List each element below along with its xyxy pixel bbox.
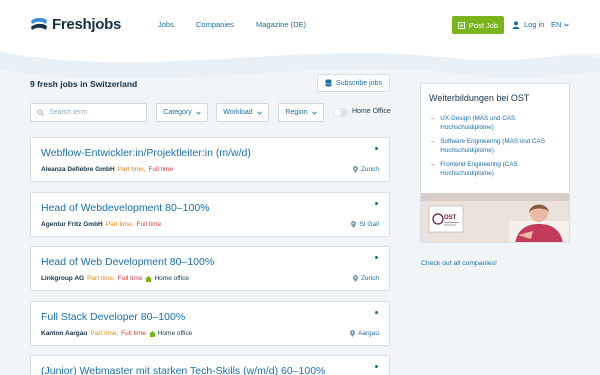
- job-full-time: Full time: [121, 330, 146, 337]
- arrow-right-icon: →: [429, 161, 436, 168]
- job-title[interactable]: Head of Webdevelopment 80–100%: [41, 202, 210, 214]
- promo-photo: OST: [421, 193, 569, 242]
- results-count: 9 fresh jobs in Switzerland: [30, 79, 138, 89]
- job-home-office-label: Home office: [157, 330, 193, 337]
- post-job-label: Post Job: [468, 20, 499, 30]
- job-home-office-label: Home office: [154, 275, 190, 282]
- job-card[interactable]: Head of Webdevelopment 80–100% Agentur F…: [30, 192, 390, 237]
- chevron-down-icon: [256, 111, 262, 115]
- job-meta: Kanton Aargau Part time, Full time Home …: [41, 330, 192, 337]
- job-part-time: Part time,: [87, 275, 115, 282]
- job-company: Aleanza Defiébre GmbH: [41, 166, 115, 173]
- job-card[interactable]: Webflow-Entwickler:in/Projektleiter:in (…: [30, 137, 390, 182]
- promo-item[interactable]: → Software Engineering (MAS und CAS Hochs…: [429, 137, 565, 155]
- job-location: Aargau: [350, 330, 379, 337]
- job-meta: Agentur Fritz GmbH Part time, Full time: [41, 221, 161, 228]
- search-input[interactable]: [49, 109, 139, 116]
- region-label: Region: [285, 109, 308, 116]
- home-office-label: Home Office: [352, 108, 391, 115]
- nav-jobs[interactable]: Jobs: [158, 20, 174, 29]
- new-indicator: [375, 147, 378, 150]
- nav-magazine[interactable]: Magazine (DE): [256, 20, 306, 29]
- subscribe-jobs-button[interactable]: Subscribe jobs: [317, 74, 390, 92]
- user-icon: [512, 20, 520, 29]
- arrow-right-icon: →: [429, 115, 436, 122]
- job-company: Agentur Fritz GmbH: [41, 221, 103, 228]
- post-job-button[interactable]: Post Job: [452, 16, 504, 34]
- promo-item-label: Frontend Engineering (CAS Hochschuldiplo…: [440, 161, 518, 177]
- job-title[interactable]: Head of Web Development 80–100%: [41, 256, 214, 268]
- job-title[interactable]: Webflow-Entwickler:in/Projektleiter:in (…: [41, 147, 251, 159]
- job-card[interactable]: Full Stack Developer 80–100% Kanton Aarg…: [30, 301, 390, 346]
- new-indicator: [375, 365, 378, 368]
- job-title[interactable]: Full Stack Developer 80–100%: [41, 311, 185, 323]
- add-icon: [457, 21, 465, 29]
- promo-item[interactable]: → UX-Design (MAS und CAS Hochschuldiplome…: [429, 114, 565, 132]
- job-part-time: Part time,: [117, 166, 146, 173]
- job-part-time: Part time,: [90, 330, 119, 337]
- job-meta: Aleanza Defiébre GmbH Part time, Full ti…: [41, 166, 173, 173]
- job-location: Zurich: [352, 166, 379, 173]
- job-title[interactable]: (Junior) Webmaster mit starken Tech-Skil…: [41, 365, 325, 375]
- logo-icon: [31, 17, 47, 30]
- job-part-time: Part time,: [105, 221, 134, 228]
- job-company: Kanton Aargau: [41, 330, 88, 337]
- nav-companies[interactable]: Companies: [196, 20, 234, 29]
- promo-title: Weiterbildungen bei OST: [429, 93, 530, 103]
- workload-label: Workload: [223, 109, 253, 116]
- new-indicator: [375, 311, 378, 314]
- logo-text: Freshjobs: [52, 16, 121, 33]
- promo-item-label: Software Engineering (MAS und CAS Hochsc…: [440, 138, 545, 154]
- job-full-time: Full time: [136, 221, 162, 228]
- job-full-time: Full time: [117, 275, 143, 282]
- category-dropdown[interactable]: Category: [156, 103, 208, 122]
- job-full-time: Full time: [148, 166, 174, 173]
- job-location: Zurich: [352, 275, 379, 282]
- promo-item-label: UX-Design (MAS und CAS Hochschuldiplome): [440, 115, 516, 131]
- location-pin-icon: [352, 275, 358, 282]
- promo-box[interactable]: Weiterbildungen bei OST → UX-Design (MAS …: [420, 83, 570, 243]
- language-select[interactable]: EN: [551, 20, 570, 29]
- arrow-right-icon: →: [429, 138, 436, 145]
- location-pin-icon: [352, 166, 358, 173]
- home-office-toggle[interactable]: [333, 108, 348, 117]
- job-location-label: Zurich: [360, 275, 379, 282]
- database-icon: [325, 79, 332, 87]
- job-location-label: Aargau: [358, 330, 379, 337]
- chevron-down-icon: [311, 111, 317, 115]
- location-pin-icon: [351, 221, 357, 228]
- job-company: Linkgroup AG: [41, 275, 85, 282]
- login-link[interactable]: Log in: [512, 20, 544, 29]
- job-location-label: Zurich: [360, 166, 379, 173]
- job-location-label: St Gall: [359, 221, 379, 228]
- home-icon: [148, 330, 156, 337]
- chevron-down-icon: [195, 111, 201, 115]
- workload-dropdown[interactable]: Workload: [216, 103, 269, 122]
- ost-logo-text: OST: [444, 215, 457, 221]
- job-home-office: Home office: [148, 330, 193, 337]
- new-indicator: [375, 202, 378, 205]
- language-label: EN: [551, 20, 562, 29]
- new-indicator: [375, 256, 378, 259]
- chevron-down-icon: [564, 23, 570, 27]
- search-icon: [37, 109, 44, 116]
- job-home-office: Home office: [145, 275, 189, 282]
- job-location: St Gall: [351, 221, 379, 228]
- login-label: Log in: [524, 20, 545, 29]
- promo-item[interactable]: → Frontend Engineering (CAS Hochschuldipl…: [429, 160, 565, 178]
- job-meta: Linkgroup AG Part time, Full time Home o…: [41, 275, 189, 282]
- category-label: Category: [163, 109, 192, 116]
- all-companies-link[interactable]: Check out all companies!: [421, 260, 497, 267]
- location-pin-icon: [350, 330, 356, 337]
- job-card[interactable]: Head of Web Development 80–100% Linkgrou…: [30, 246, 390, 291]
- search-box[interactable]: [30, 103, 147, 122]
- job-card[interactable]: (Junior) Webmaster mit starken Tech-Skil…: [30, 355, 390, 375]
- home-icon: [145, 275, 153, 282]
- region-dropdown[interactable]: Region: [278, 103, 324, 122]
- logo[interactable]: Freshjobs: [30, 16, 121, 33]
- subscribe-label: Subscribe jobs: [336, 79, 382, 87]
- promo-list: → UX-Design (MAS und CAS Hochschuldiplome…: [429, 114, 565, 183]
